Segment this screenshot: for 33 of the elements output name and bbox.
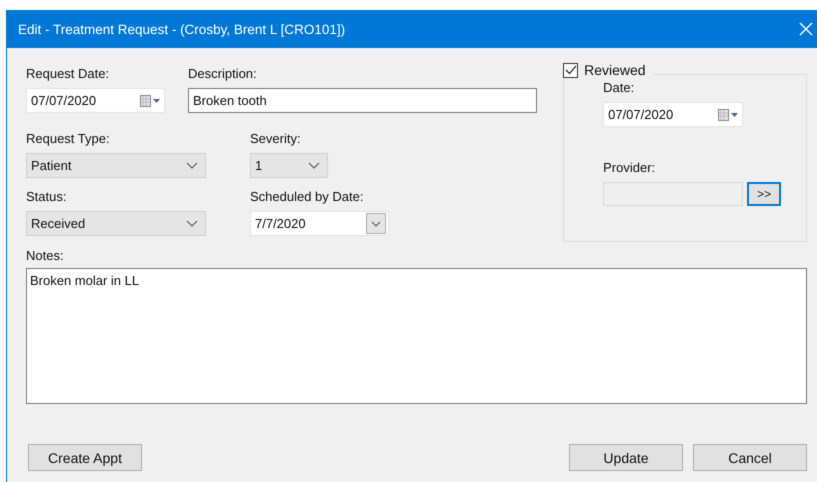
field-label: Severity: [250, 131, 301, 147]
chevron-down-icon [308, 162, 320, 169]
dialog-button[interactable]: Update [569, 444, 683, 471]
date-picker[interactable]: 07/07/2020 [26, 88, 165, 113]
window-title: Edit - Treatment Request - (Crosby, Brent L [CRO101]) [18, 22, 346, 36]
chevron-down-icon [371, 220, 381, 226]
calendar-icon[interactable] [718, 108, 738, 120]
field-label: Notes: [26, 248, 64, 264]
chevron-down-icon [186, 162, 198, 169]
notes-field[interactable]: Broken molar in LL [26, 268, 807, 404]
field-label: Provider: [603, 160, 656, 176]
dialog-button[interactable]: Create Appt [28, 444, 142, 471]
field-label: Scheduled by Date: [250, 189, 364, 205]
close-icon[interactable] [799, 22, 813, 36]
review-date-picker[interactable]: 07/07/2020 [603, 102, 744, 127]
calendar-icon[interactable] [140, 94, 160, 106]
field-label: Date: [603, 80, 634, 96]
status-dropdown[interactable]: Received [26, 211, 206, 236]
provider-field[interactable] [603, 182, 744, 206]
field-label: Request Type: [26, 131, 110, 147]
scheduled-date-picker[interactable]: 7/7/2020 [250, 211, 389, 236]
severity-dropdown[interactable]: 1 [250, 153, 328, 178]
dropdown-button[interactable] [366, 213, 386, 234]
browse-button[interactable]: >> [747, 182, 782, 206]
dialog-button[interactable]: Cancel [693, 444, 807, 471]
field-label: Request Date: [26, 66, 110, 82]
reviewed-checkbox[interactable] [563, 62, 578, 78]
chevron-down-icon [186, 220, 198, 227]
field-label: Description: [188, 66, 257, 82]
field-label: Status: [26, 189, 66, 205]
request-type-dropdown[interactable]: Patient [26, 153, 206, 178]
checkbox-label: Reviewed [584, 62, 646, 78]
description-field[interactable]: Broken tooth [188, 88, 537, 113]
